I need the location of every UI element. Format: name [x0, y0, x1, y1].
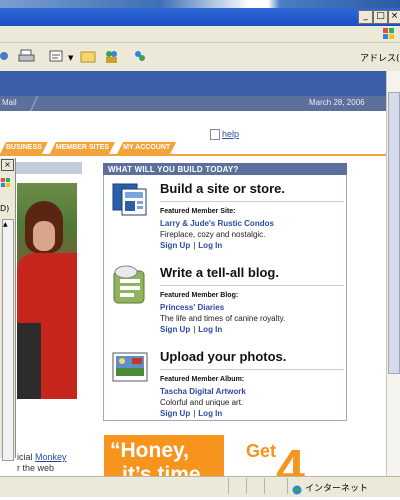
featured-site-description: Fireplace, cozy and nostalgic.	[160, 230, 266, 239]
windows-logo-icon	[382, 27, 396, 41]
site-auth-links: Sign Up | Log In	[160, 241, 223, 250]
section-divider	[160, 369, 344, 370]
maximize-button[interactable]: □	[373, 10, 388, 24]
album-login-link[interactable]: Log In	[198, 409, 222, 418]
background-photo-strip	[0, 0, 400, 8]
featured-site-link[interactable]: Larry & Jude's Rustic Condos	[160, 219, 274, 228]
section-divider	[160, 201, 344, 202]
side-window-scrollbar[interactable]	[2, 219, 14, 461]
blog-signup-link[interactable]: Sign Up	[160, 325, 190, 334]
promo-get-text: Get	[246, 441, 277, 461]
album-signup-link[interactable]: Sign Up	[160, 409, 190, 418]
page-scrollbar-thumb[interactable]	[388, 92, 400, 374]
minimize-button[interactable]: _	[358, 10, 373, 24]
section-title-blog: Write a tell-all blog.	[160, 265, 279, 280]
dropdown-arrow-icon[interactable]: ▼	[68, 54, 73, 62]
featured-member-photo	[17, 183, 77, 399]
build-today-title: WHAT WILL YOU BUILD TODAY?	[108, 165, 239, 174]
blog-auth-links: Sign Up | Log In	[160, 325, 223, 334]
featured-album-link[interactable]: Tascha Digital Artwork	[160, 387, 246, 396]
left-panel-text: icial Monkey r the web	[17, 452, 97, 474]
site-header-banner	[0, 71, 400, 96]
security-zone-label: インターネット	[305, 484, 369, 494]
section-title-photos: Upload your photos.	[160, 349, 287, 364]
monkey-link[interactable]: Monkey	[35, 452, 67, 462]
folder-icon[interactable]	[80, 48, 96, 64]
featured-album-label: Featured Member Album:	[160, 376, 245, 383]
left-panel-text-suffix: r the web	[17, 463, 55, 473]
tab-business[interactable]: BUSINESS	[0, 142, 48, 154]
help-icon	[210, 129, 220, 140]
window-title-bar	[0, 8, 400, 26]
featured-blog-link[interactable]: Princess' Diaries	[160, 303, 224, 312]
section-title-site: Build a site or store.	[160, 181, 285, 196]
status-separator	[228, 478, 229, 494]
discuss-icon[interactable]	[132, 48, 148, 65]
section-divider	[160, 285, 344, 286]
featured-blog-label: Featured Member Blog:	[160, 292, 239, 299]
address-bar-label: アドレス(D)	[360, 54, 400, 64]
help-link[interactable]: help	[222, 129, 239, 139]
featured-album-description: Colorful and unique art.	[160, 398, 244, 407]
tab-member-sites[interactable]: MEMBER SITES	[50, 142, 115, 154]
album-auth-links: Sign Up | Log In	[160, 409, 223, 418]
edit-icon[interactable]	[48, 49, 66, 64]
side-window-close-button[interactable]: ×	[1, 159, 14, 171]
photo-album-icon	[112, 352, 150, 384]
promo-line-1: “Honey,	[110, 439, 189, 462]
status-separator	[246, 478, 247, 494]
help-link-group[interactable]: help	[210, 129, 239, 140]
windows-flag-icon	[0, 176, 12, 188]
featured-blog-description: The life and times of canine royalty.	[160, 314, 286, 323]
status-separator	[287, 478, 288, 494]
tab-underline	[0, 154, 400, 156]
side-window-label: D)	[0, 204, 10, 213]
scroll-up-arrow-icon[interactable]: ▲	[3, 221, 8, 228]
internet-zone-icon	[292, 482, 302, 495]
tab-my-account[interactable]: MY ACCOUNT	[117, 142, 176, 154]
messenger-icon[interactable]	[103, 48, 120, 65]
home-icon[interactable]	[0, 49, 12, 63]
website-builder-icon	[112, 181, 152, 219]
status-separator	[264, 478, 265, 494]
browser-toolbar: ▼	[0, 43, 400, 72]
site-signup-link[interactable]: Sign Up	[160, 241, 190, 250]
menu-bar	[0, 26, 400, 43]
left-panel-text-prefix: icial	[17, 452, 33, 462]
print-icon[interactable]	[18, 49, 36, 64]
site-login-link[interactable]: Log In	[198, 241, 222, 250]
blog-icon	[112, 265, 152, 305]
blog-login-link[interactable]: Log In	[198, 325, 222, 334]
close-button[interactable]: ×	[388, 10, 400, 24]
subnav-divider	[30, 96, 38, 111]
current-date: March 28, 2006	[309, 98, 365, 107]
nav-tabs: BUSINESS MEMBER SITES MY ACCOUNT	[0, 142, 178, 154]
featured-site-label: Featured Member Site:	[160, 208, 236, 215]
subnav-mail-link[interactable]: Mail	[2, 98, 17, 107]
